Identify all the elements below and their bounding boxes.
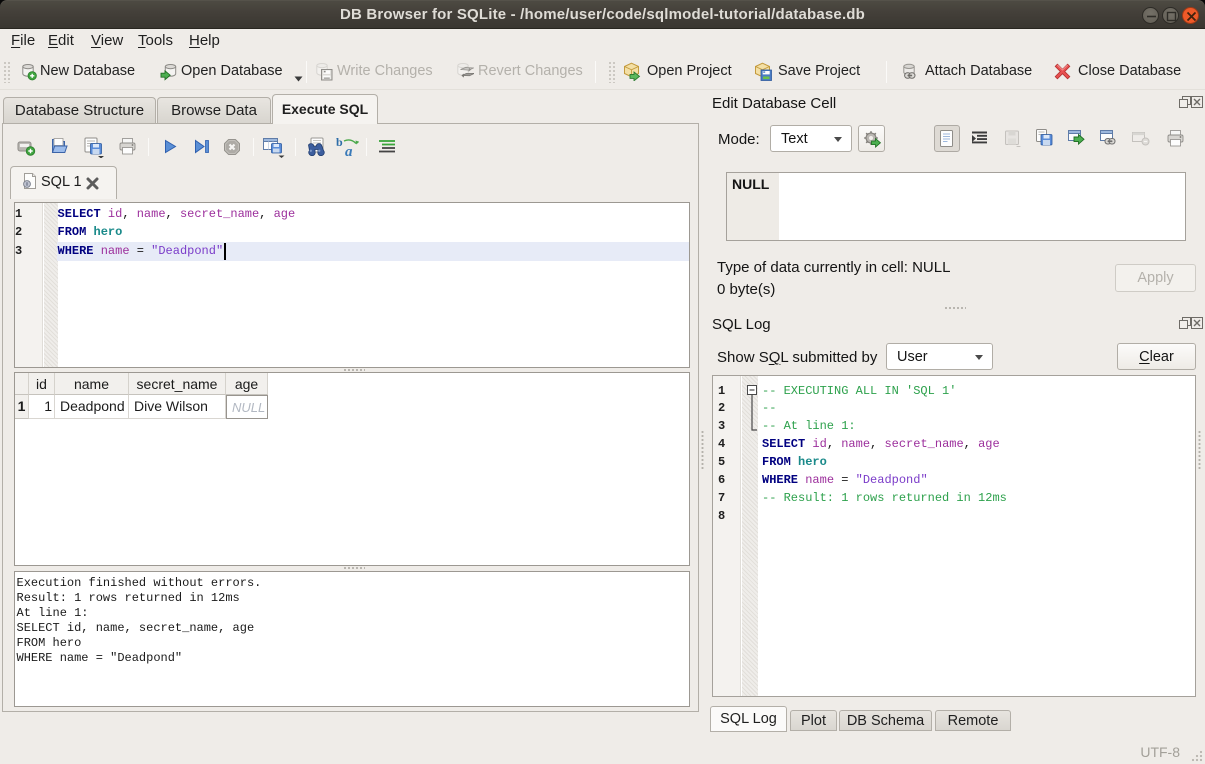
svg-text:b: b <box>336 136 343 149</box>
svg-text:a: a <box>345 144 353 157</box>
